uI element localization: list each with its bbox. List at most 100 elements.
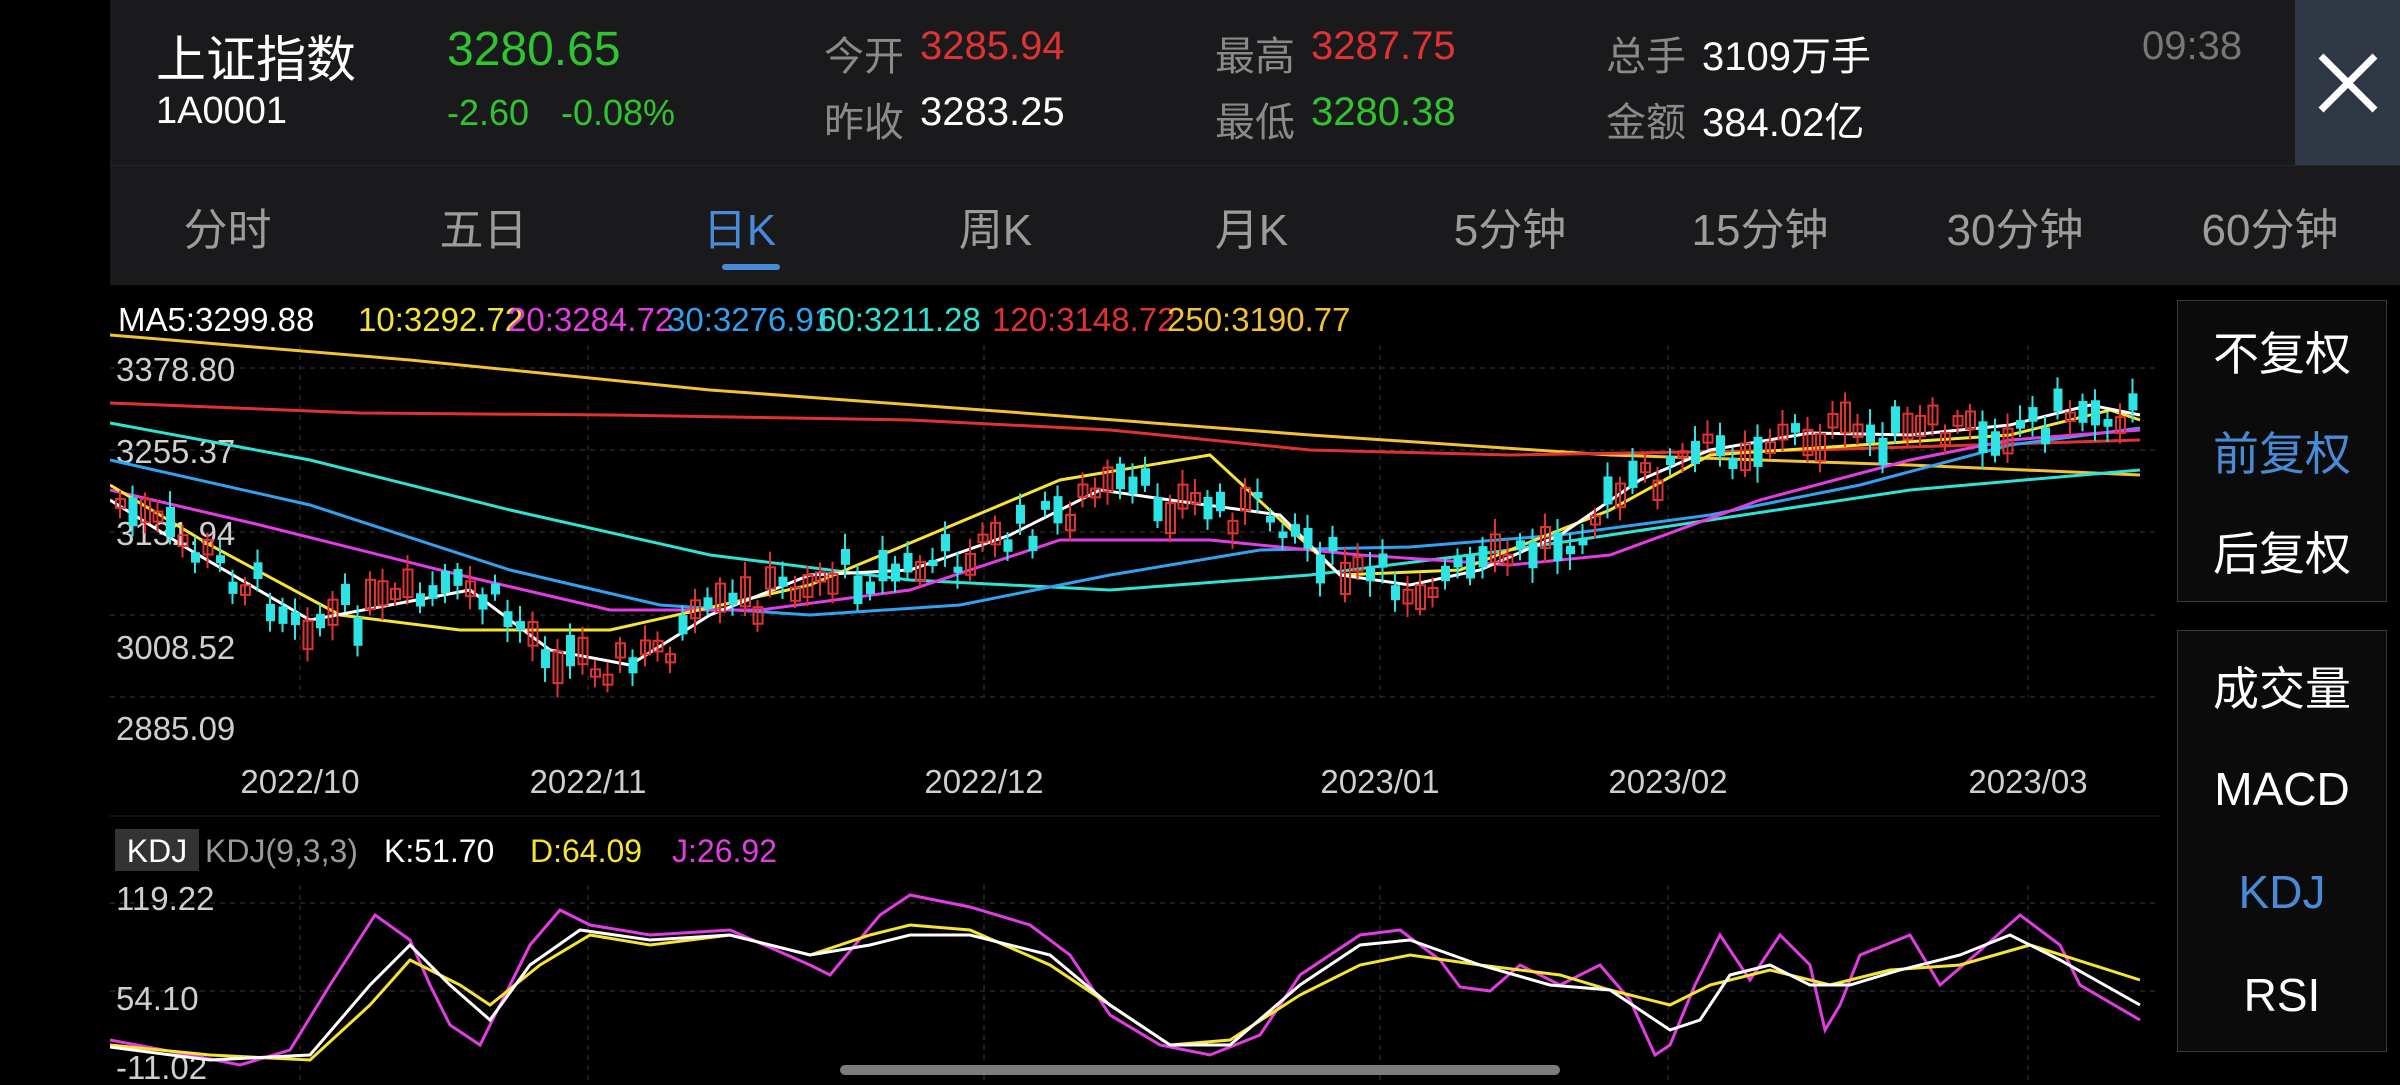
tab-30min[interactable]: 30分钟	[1925, 166, 2105, 286]
prev-close-value: 3283.25	[920, 90, 1065, 134]
candle-body	[2128, 393, 2138, 411]
candle-body	[1453, 557, 1463, 568]
candle-body	[266, 603, 275, 622]
volume-value: 3109万手	[1702, 35, 1871, 79]
candle-body	[1528, 541, 1538, 569]
kdj-lines	[109, 893, 2141, 1067]
tab-week-k[interactable]: 周K	[938, 166, 1053, 286]
y-label: 2885.09	[116, 710, 235, 747]
candle-body	[353, 617, 363, 646]
quote-header: 上证指数 1A0001 3280.65 -2.60 -0.08% 今开 3285…	[110, 0, 2295, 165]
x-label: 2022/12	[924, 763, 1043, 800]
ma-legend-item: 20:3284.72	[508, 301, 673, 338]
indicator-volume-button[interactable]: 成交量	[2178, 636, 2386, 736]
candle-body	[216, 555, 225, 564]
high-value: 3287.75	[1311, 24, 1456, 68]
candle-body	[2078, 400, 2088, 423]
candle-body	[853, 575, 863, 605]
candle-body	[1441, 565, 1450, 582]
candle-body	[1666, 456, 1675, 466]
tab-15min[interactable]: 15分钟	[1670, 166, 1850, 286]
close-icon	[2318, 53, 2377, 112]
open-label: 今开	[824, 35, 904, 79]
candle-body	[566, 634, 575, 667]
indicator-rsi-button[interactable]: RSI	[2178, 945, 2386, 1045]
ma-legend-item: MA5:3299.88	[118, 301, 314, 338]
x-label: 2022/10	[240, 763, 359, 800]
indicator-macd-button[interactable]: MACD	[2178, 739, 2386, 839]
candle-body	[503, 611, 513, 628]
kdj-k-line	[109, 928, 2141, 1062]
ma-legend-item: 30:3276.91	[667, 301, 832, 338]
candle-body	[2041, 427, 2050, 445]
candle-body	[128, 497, 138, 527]
candle-body	[341, 583, 350, 606]
candle-body	[878, 549, 888, 582]
left-black-bar	[0, 0, 110, 1080]
candle-body	[1791, 423, 1800, 433]
main-grid	[110, 345, 2160, 698]
candle-body	[1878, 437, 1888, 466]
volume-label: 总手	[1606, 35, 1686, 79]
tab-month-k[interactable]: 月K	[1194, 166, 1309, 286]
candle-body	[703, 597, 713, 610]
home-indicator	[840, 1065, 1560, 1075]
kdj-grid	[110, 885, 2160, 1080]
candle-body	[278, 606, 288, 624]
stock-name: 上证指数	[156, 32, 356, 88]
close-button[interactable]	[2295, 0, 2400, 165]
kdj-tag: KDJ	[127, 833, 187, 869]
ma30-line	[109, 426, 2141, 617]
current-price: 3280.65	[447, 23, 621, 76]
candle-body	[1266, 516, 1275, 523]
candle-body	[1716, 435, 1725, 457]
candle-body	[491, 583, 500, 595]
candle-body	[1603, 476, 1613, 505]
candle-body	[166, 506, 175, 538]
indicator-kdj-button[interactable]: KDJ	[2178, 842, 2386, 942]
x-label: 2023/02	[1608, 763, 1727, 800]
candle-body	[541, 649, 550, 669]
kdj-d-line	[109, 923, 2141, 1062]
tab-fenshi[interactable]: 分时	[170, 166, 285, 286]
y-label: 3008.52	[116, 629, 235, 666]
quote-time: 09:38	[2142, 24, 2243, 68]
candle-body	[678, 615, 688, 635]
x-label: 2022/11	[530, 763, 647, 800]
candle-body	[516, 621, 525, 631]
high-label: 最高	[1215, 35, 1295, 79]
candle-body	[316, 613, 325, 629]
stock-code: 1A0001	[156, 90, 288, 132]
candle-body	[428, 585, 438, 599]
low-value: 3280.38	[1311, 90, 1456, 134]
chart-area[interactable]: MA5:3299.88 10:3292.72 20:3284.72 30:3276.9…	[109, 285, 2160, 1085]
candle-body	[2091, 400, 2100, 426]
candle-body	[1328, 536, 1338, 552]
candle-body	[1478, 546, 1488, 568]
kdj-j-line	[109, 893, 2141, 1067]
candle-body	[1466, 554, 1475, 579]
candle-body	[416, 593, 425, 607]
candle-body	[728, 592, 738, 605]
right-panel: 不复权 前复权 后复权 成交量 MACD KDJ RSI	[2160, 285, 2400, 1080]
candle-body	[1003, 539, 1013, 552]
kdj-y-label: 54.10	[116, 980, 199, 1017]
candle-body	[1578, 537, 1588, 546]
tab-wuri[interactable]: 五日	[426, 166, 541, 286]
candle-body	[1728, 458, 1738, 470]
candle-body	[903, 552, 913, 573]
tab-60min[interactable]: 60分钟	[2180, 166, 2360, 286]
candle-body	[441, 570, 450, 594]
candle-body	[1041, 500, 1050, 510]
adjust-forward-button[interactable]: 前复权	[2178, 401, 2386, 501]
candle-body	[1016, 504, 1025, 524]
candle-body	[1216, 491, 1225, 512]
adjust-none-button[interactable]: 不复权	[2178, 301, 2386, 401]
candle-body	[1053, 496, 1063, 524]
y-label: 3378.80	[116, 351, 235, 388]
kdj-y-label: 119.22	[116, 880, 214, 917]
candle-body	[1516, 540, 1525, 549]
tab-5min[interactable]: 5分钟	[1430, 166, 1590, 286]
candle-body	[1141, 468, 1150, 486]
adjust-backward-button[interactable]: 后复权	[2178, 501, 2386, 601]
